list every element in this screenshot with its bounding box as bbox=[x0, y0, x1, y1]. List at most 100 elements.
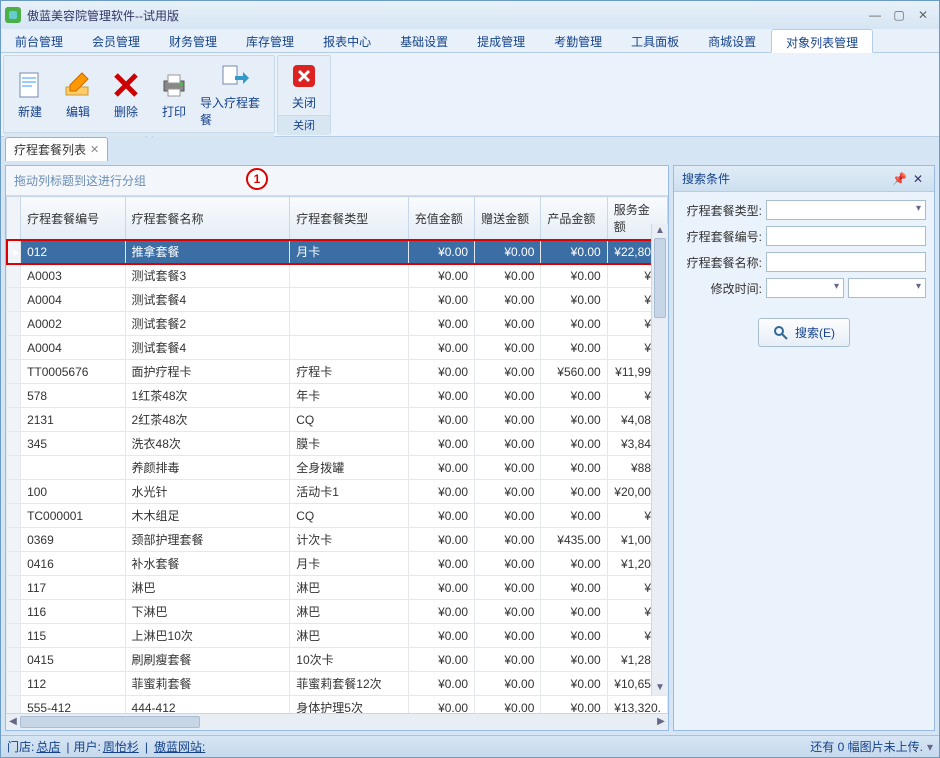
data-grid[interactable]: 疗程套餐编号疗程套餐名称疗程套餐类型充值金额赠送金额产品金额服务金额 ▸012推… bbox=[6, 196, 668, 713]
cell: ¥0.00 bbox=[408, 624, 474, 648]
grid-panel: 拖动列标题到这进行分组 1 疗程套餐编号疗程套餐名称疗程套餐类型充值金额赠送金额… bbox=[5, 165, 669, 731]
cell: 月卡 bbox=[290, 552, 409, 576]
cell: ¥0.00 bbox=[475, 552, 541, 576]
group-by-hint[interactable]: 拖动列标题到这进行分组 1 bbox=[6, 166, 668, 196]
app-window: 傲蓝美容院管理软件--试用版 — ▢ ✕ 前台管理会员管理财务管理库存管理报表中… bbox=[0, 0, 940, 758]
cell: 推拿套餐 bbox=[125, 240, 290, 264]
menu-tab[interactable]: 报表中心 bbox=[309, 29, 386, 52]
cell: ¥0.00 bbox=[408, 312, 474, 336]
vertical-scrollbar[interactable]: ▲ ▼ bbox=[651, 224, 668, 695]
cell: ¥0.00 bbox=[408, 576, 474, 600]
table-row[interactable]: 0369颈部护理套餐计次卡¥0.00¥0.00¥435.00¥1,000. bbox=[7, 528, 668, 552]
cell: ¥0.00 bbox=[541, 600, 607, 624]
time-from-combo[interactable] bbox=[766, 278, 844, 298]
scroll-right-icon[interactable]: ▶ bbox=[654, 714, 668, 730]
table-row[interactable]: 115上淋巴10次淋巴¥0.00¥0.00¥0.00¥0. bbox=[7, 624, 668, 648]
table-row[interactable]: A0003测试套餐3¥0.00¥0.00¥0.00¥0. bbox=[7, 264, 668, 288]
cell: 全身拨罐 bbox=[290, 456, 409, 480]
menu-tab[interactable]: 前台管理 bbox=[1, 29, 78, 52]
close-tab-button[interactable]: 关闭 bbox=[280, 58, 328, 113]
table-row[interactable]: 0415刷刷瘦套餐10次卡¥0.00¥0.00¥0.00¥1,280. bbox=[7, 648, 668, 672]
table-row[interactable]: 112菲蜜莉套餐菲蜜莉套餐12次¥0.00¥0.00¥0.00¥10,656. bbox=[7, 672, 668, 696]
status-user-link[interactable]: 周怡杉 bbox=[103, 738, 139, 755]
menu-tab[interactable]: 工具面板 bbox=[617, 29, 694, 52]
table-row[interactable]: 100水光针活动卡1¥0.00¥0.00¥0.00¥20,000. bbox=[7, 480, 668, 504]
edit-button[interactable]: 编辑 bbox=[54, 58, 102, 130]
menu-tab[interactable]: 财务管理 bbox=[155, 29, 232, 52]
column-header[interactable]: 疗程套餐名称 bbox=[125, 197, 290, 240]
column-header[interactable]: 赠送金额 bbox=[475, 197, 541, 240]
table-row[interactable]: 117淋巴淋巴¥0.00¥0.00¥0.00¥0. bbox=[7, 576, 668, 600]
table-row[interactable]: A0004测试套餐4¥0.00¥0.00¥0.00¥0. bbox=[7, 336, 668, 360]
status-store-link[interactable]: 总店 bbox=[36, 738, 60, 755]
menu-tab[interactable]: 库存管理 bbox=[232, 29, 309, 52]
pin-icon[interactable]: 📌 bbox=[889, 172, 910, 186]
cell: ¥0.00 bbox=[541, 624, 607, 648]
menu-tab[interactable]: 会员管理 bbox=[78, 29, 155, 52]
cell: ¥0.00 bbox=[408, 240, 474, 264]
cell: ¥0.00 bbox=[541, 648, 607, 672]
new-button[interactable]: 新建 bbox=[6, 58, 54, 130]
column-header[interactable]: 产品金额 bbox=[541, 197, 607, 240]
table-row[interactable]: ▸012推拿套餐月卡¥0.00¥0.00¥0.00¥22,800. bbox=[7, 240, 668, 264]
cell: ¥0.00 bbox=[408, 600, 474, 624]
cell: ¥0.00 bbox=[475, 312, 541, 336]
table-row[interactable]: A0002测试套餐2¥0.00¥0.00¥0.00¥0. bbox=[7, 312, 668, 336]
cell: 测试套餐4 bbox=[125, 336, 290, 360]
code-input[interactable] bbox=[766, 226, 926, 246]
column-header[interactable]: 充值金额 bbox=[408, 197, 474, 240]
cell: ¥0.00 bbox=[475, 240, 541, 264]
menu-tab[interactable]: 考勤管理 bbox=[540, 29, 617, 52]
table-row[interactable]: TC000001木木组足CQ¥0.00¥0.00¥0.00¥0. bbox=[7, 504, 668, 528]
cell: ¥0.00 bbox=[541, 504, 607, 528]
cell: 菲蜜莉套餐12次 bbox=[290, 672, 409, 696]
scroll-up-icon[interactable]: ▲ bbox=[652, 224, 668, 238]
panel-close-icon[interactable]: ✕ bbox=[910, 172, 926, 186]
horizontal-scrollbar[interactable]: ◀ ▶ bbox=[6, 713, 668, 730]
menu-tab[interactable]: 对象列表管理 bbox=[771, 29, 873, 53]
table-row[interactable]: 0416补水套餐月卡¥0.00¥0.00¥0.00¥1,200. bbox=[7, 552, 668, 576]
table-row[interactable]: 555-412444-412身体护理5次¥0.00¥0.00¥0.00¥13,3… bbox=[7, 696, 668, 714]
column-header[interactable]: 疗程套餐编号 bbox=[21, 197, 125, 240]
delete-button[interactable]: 删除 bbox=[102, 58, 150, 130]
scroll-down-icon[interactable]: ▼ bbox=[652, 681, 668, 695]
cell: ¥0.00 bbox=[541, 264, 607, 288]
table-row[interactable]: 养颜排毒全身拨罐¥0.00¥0.00¥0.00¥888. bbox=[7, 456, 668, 480]
table-row[interactable]: 116下淋巴淋巴¥0.00¥0.00¥0.00¥0. bbox=[7, 600, 668, 624]
import-button[interactable]: 导入疗程套餐 bbox=[198, 58, 272, 130]
minimize-button[interactable]: — bbox=[863, 6, 887, 24]
scroll-thumb[interactable] bbox=[654, 238, 666, 318]
cell: ¥0.00 bbox=[475, 600, 541, 624]
close-window-button[interactable]: ✕ bbox=[911, 6, 935, 24]
column-header[interactable]: 疗程套餐类型 bbox=[290, 197, 409, 240]
scroll-thumb[interactable] bbox=[20, 716, 200, 728]
menu-tab[interactable]: 商城设置 bbox=[694, 29, 771, 52]
menu-tab[interactable]: 提成管理 bbox=[463, 29, 540, 52]
print-button[interactable]: 打印 bbox=[150, 58, 198, 130]
table-row[interactable]: TT0005676面护疗程卡疗程卡¥0.00¥0.00¥560.00¥11,99… bbox=[7, 360, 668, 384]
maximize-button[interactable]: ▢ bbox=[887, 6, 911, 24]
row-indicator bbox=[7, 552, 21, 576]
tab-close-icon[interactable]: ✕ bbox=[90, 143, 99, 156]
time-to-combo[interactable] bbox=[848, 278, 926, 298]
callout-marker: 1 bbox=[246, 168, 268, 190]
cell: CQ bbox=[290, 408, 409, 432]
table-row[interactable]: 345洗衣48次膜卡¥0.00¥0.00¥0.00¥3,840. bbox=[7, 432, 668, 456]
search-button[interactable]: 搜索(E) bbox=[758, 318, 850, 347]
type-combo[interactable] bbox=[766, 200, 926, 220]
cell: ¥0.00 bbox=[408, 264, 474, 288]
table-row[interactable]: A0004测试套餐4¥0.00¥0.00¥0.00¥0. bbox=[7, 288, 668, 312]
document-tabs: 疗程套餐列表 ✕ bbox=[1, 137, 939, 161]
table-row[interactable]: 5781红茶48次年卡¥0.00¥0.00¥0.00¥0. bbox=[7, 384, 668, 408]
table-row[interactable]: 21312红茶48次CQ¥0.00¥0.00¥0.00¥4,080. bbox=[7, 408, 668, 432]
cell: ¥0.00 bbox=[408, 528, 474, 552]
status-site-link[interactable]: 傲蓝网站: bbox=[154, 738, 205, 755]
scroll-left-icon[interactable]: ◀ bbox=[6, 714, 20, 730]
doc-tab[interactable]: 疗程套餐列表 ✕ bbox=[5, 137, 108, 161]
menu-tab[interactable]: 基础设置 bbox=[386, 29, 463, 52]
cell: 0416 bbox=[21, 552, 125, 576]
cell: 444-412 bbox=[125, 696, 290, 714]
cell: 117 bbox=[21, 576, 125, 600]
cell: ¥0.00 bbox=[541, 696, 607, 714]
name-input[interactable] bbox=[766, 252, 926, 272]
